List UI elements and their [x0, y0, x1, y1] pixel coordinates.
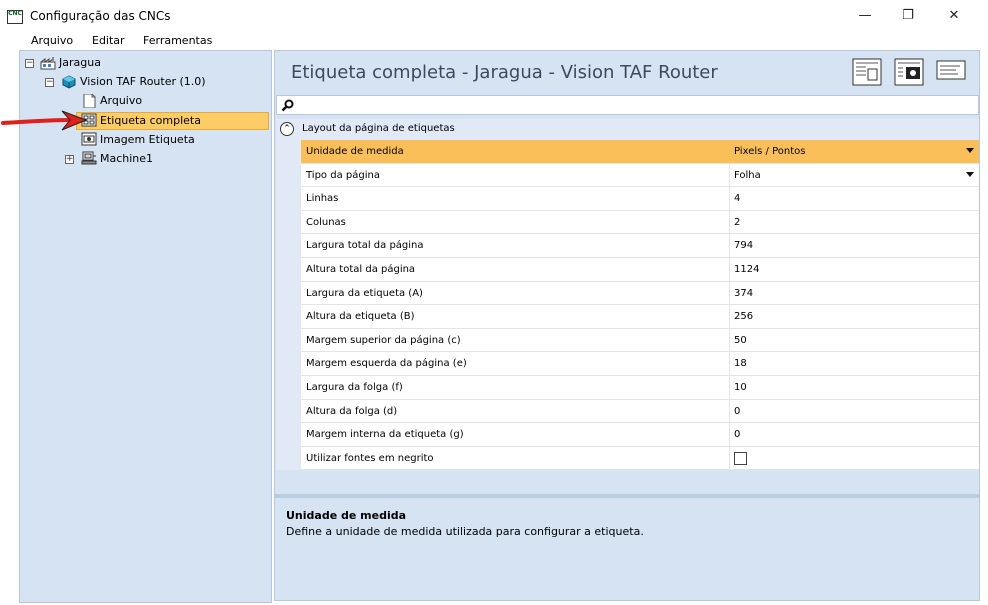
column-divider	[729, 376, 730, 399]
property-value[interactable]: Folha	[734, 170, 761, 181]
property-name: Altura da folga (d)	[306, 405, 398, 417]
category-label: Layout da página de etiquetas	[302, 123, 455, 134]
collapse-category-icon[interactable]: ⌃	[280, 122, 294, 136]
property-value[interactable]: 4	[734, 193, 740, 204]
description-title: Unidade de medida	[286, 509, 407, 522]
property-row-largura-etiqueta[interactable]: Largura da etiqueta (A) 374	[301, 281, 979, 306]
property-value[interactable]: 18	[734, 358, 747, 369]
column-divider	[729, 328, 730, 352]
property-name: Altura total da página	[306, 264, 416, 275]
description-panel: Unidade de medida Define a unidade de me…	[276, 500, 979, 600]
tree-node-device[interactable]: Vision TAF Router (1.0)	[80, 73, 206, 91]
tree-node-etiqueta-completa[interactable]: Etiqueta completa	[100, 112, 201, 130]
tree-node-arquivo[interactable]: Arquivo	[100, 92, 142, 110]
column-divider	[729, 187, 730, 210]
dropdown-arrow-icon[interactable]	[966, 148, 974, 153]
tree-node-machine1[interactable]: Machine1	[100, 150, 153, 168]
maximize-button[interactable]: ❐	[898, 6, 918, 26]
search-icon	[281, 99, 294, 112]
property-value[interactable]: 374	[734, 288, 753, 299]
tree-node-root[interactable]: Jaragua	[59, 54, 101, 72]
property-row-margem-interna[interactable]: Margem interna da etiqueta (g) 0	[301, 423, 979, 447]
grid-gutter	[276, 140, 301, 470]
close-button[interactable]: ✕	[944, 6, 964, 26]
text-label-view-icon[interactable]	[936, 58, 966, 86]
property-value[interactable]: 256	[734, 311, 753, 322]
property-name: Linhas	[306, 193, 339, 205]
property-name: Utilizar fontes em negrito	[306, 452, 434, 464]
property-row-fontes-negrito[interactable]: Utilizar fontes em negrito	[301, 446, 979, 471]
property-value[interactable]: 0	[734, 406, 740, 417]
device-icon	[62, 75, 76, 89]
column-divider	[729, 163, 730, 187]
property-name: Largura total da página	[306, 240, 424, 252]
property-value[interactable]: Pixels / Pontos	[734, 146, 805, 157]
red-arrow-icon	[1, 110, 88, 131]
property-name: Unidade de medida	[306, 146, 404, 157]
minimize-button[interactable]: —	[855, 6, 875, 26]
dropdown-arrow-icon[interactable]	[966, 171, 974, 177]
column-divider	[729, 234, 730, 257]
title-bar: CNC Configuração das CNCs — ❐ ✕	[0, 0, 988, 33]
property-value[interactable]: 10	[734, 382, 747, 393]
file-icon	[83, 94, 96, 108]
menu-bar: Arquivo Editar Ferramentas	[0, 33, 988, 50]
property-row-altura-folga[interactable]: Altura da folga (d) 0	[301, 399, 979, 424]
column-divider	[729, 210, 730, 234]
property-row-colunas[interactable]: Colunas 2	[301, 210, 979, 235]
property-name: Margem interna da etiqueta (g)	[306, 429, 464, 441]
property-value[interactable]: 1124	[734, 264, 759, 275]
column-divider	[729, 258, 730, 281]
property-row-linhas[interactable]: Linhas 4	[301, 187, 979, 211]
property-row-largura-folga[interactable]: Largura da folga (f) 10	[301, 376, 979, 400]
property-value[interactable]: 0	[734, 429, 740, 440]
app-icon: CNC	[7, 10, 23, 24]
property-name: Margem superior da página (c)	[306, 334, 461, 346]
column-divider	[729, 446, 730, 470]
category-row[interactable]: ⌃ Layout da página de etiquetas	[276, 119, 979, 140]
property-row-tipo-pagina[interactable]: Tipo da página Folha	[301, 163, 979, 188]
machine-icon	[81, 151, 97, 165]
property-name: Largura da folga (f)	[306, 382, 403, 393]
column-divider	[729, 423, 730, 446]
page-title: Etiqueta completa - Jaragua - Vision TAF…	[291, 62, 718, 83]
property-panel: Etiqueta completa - Jaragua - Vision TAF…	[274, 50, 980, 601]
menu-editar[interactable]: Editar	[92, 34, 125, 47]
property-row-margem-esquerda[interactable]: Margem esquerda da página (e) 18	[301, 352, 979, 376]
column-divider	[729, 399, 730, 423]
column-divider	[729, 305, 730, 328]
property-value[interactable]: 794	[734, 240, 753, 251]
property-value[interactable]: 50	[734, 335, 747, 346]
factory-icon	[40, 57, 56, 70]
property-name: Tipo da página	[306, 169, 380, 181]
full-label-view-icon[interactable]	[852, 58, 882, 86]
property-name: Altura da etiqueta (B)	[306, 311, 415, 323]
property-name: Colunas	[306, 216, 346, 228]
property-search-input[interactable]	[276, 95, 979, 115]
property-name: Largura da etiqueta (A)	[306, 287, 423, 299]
property-row-altura-etiqueta[interactable]: Altura da etiqueta (B) 256	[301, 305, 979, 329]
property-row-margem-superior[interactable]: Margem superior da página (c) 50	[301, 328, 979, 353]
description-text: Define a unidade de medida utilizada par…	[286, 525, 644, 538]
property-name: Margem esquerda da página (e)	[306, 358, 467, 370]
property-value[interactable]: 2	[734, 217, 740, 228]
bold-fonts-checkbox[interactable]	[734, 451, 747, 465]
property-row-altura-total[interactable]: Altura total da página 1124	[301, 258, 979, 282]
label-image-view-icon[interactable]	[894, 58, 924, 86]
menu-ferramentas[interactable]: Ferramentas	[143, 34, 212, 47]
description-splitter[interactable]	[275, 494, 979, 498]
expand-icon[interactable]: +	[65, 155, 74, 164]
column-divider	[729, 352, 730, 375]
collapse-icon[interactable]: −	[25, 59, 34, 68]
menu-arquivo[interactable]: Arquivo	[31, 34, 73, 47]
property-row-unidade-medida[interactable]: Unidade de medida Pixels / Pontos	[301, 140, 979, 164]
window-title: Configuração das CNCs	[30, 9, 171, 23]
column-divider	[729, 281, 730, 305]
tree-node-imagem-etiqueta[interactable]: Imagem Etiqueta	[100, 131, 195, 149]
property-row-largura-total[interactable]: Largura total da página 794	[301, 234, 979, 258]
label-image-icon	[81, 132, 97, 146]
property-grid: ⌃ Layout da página de etiquetas Unidade …	[276, 119, 979, 471]
collapse-icon[interactable]: −	[45, 78, 54, 87]
